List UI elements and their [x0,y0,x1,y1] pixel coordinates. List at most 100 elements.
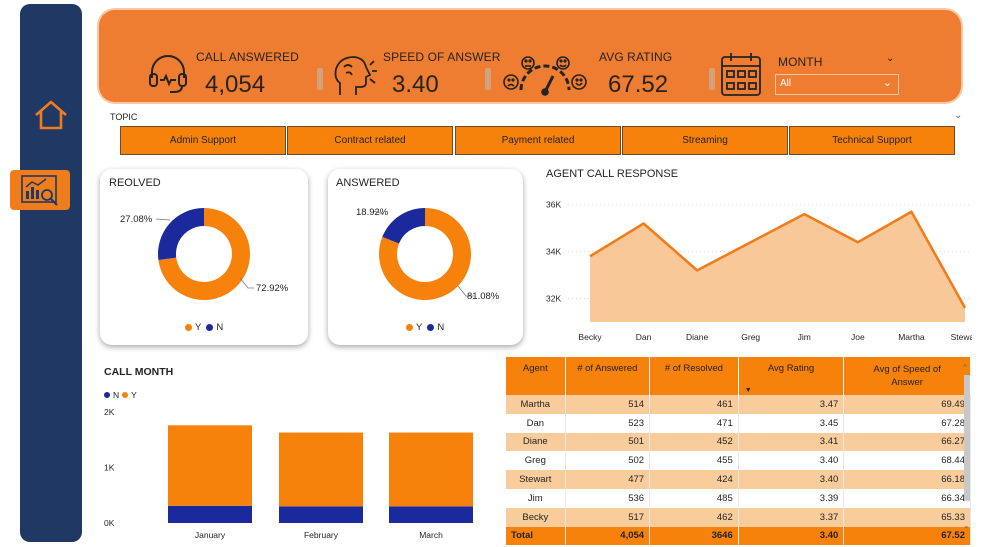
table-cell: 3.39 [738,488,845,508]
table-cell: 65.33 [843,507,971,527]
x-tick-label: Joe [851,332,865,342]
table-header-row: Agent # of Answered # of Resolved Avg Ra… [506,357,971,395]
y-tick-label: 2K [104,407,115,417]
speed-of-answer-value: 3.40 [392,71,439,98]
table-row[interactable]: Diane 501 452 3.41 66.27 [506,432,971,452]
table-cell: 3.45 [738,413,845,433]
column-header-resolved[interactable]: # of Resolved [649,357,739,395]
table-cell: 455 [649,451,739,471]
table-row[interactable]: Jim 536 485 3.39 66.34 [506,488,971,508]
resolved-y-percent-label: 72.92% [256,283,289,294]
x-axis-ticks: January February March [195,530,443,540]
kpi-separator [317,68,323,90]
chevron-down-icon[interactable]: ⌄ [886,53,894,64]
call-answered-title: CALL ANSWERED [196,50,299,64]
table-cell: 471 [649,413,739,433]
column-header-avg-speed[interactable]: Avg of Speed of Answer [843,357,971,395]
legend-label-y: Y [416,322,423,333]
legend-label-y: Y [195,322,202,333]
table-cell: 424 [649,470,739,489]
month-dropdown[interactable]: All ⌄ [775,74,899,95]
resolved-legend: Y N [185,322,223,333]
answered-chart-title: ANSWERED [336,177,400,189]
table-cell: 502 [565,451,651,471]
table-cell: 67.28 [843,413,971,433]
answered-n-percent-label: 18.92% [356,207,389,218]
x-tick-label: March [419,530,443,540]
y-axis-ticks: 36K 34K 32K [546,200,561,304]
agent-call-response-chart: 36K 34K 32K Becky Dan Diane Greg Jim Joe Martha S… [546,200,972,342]
legend-swatch-n [206,324,214,331]
call-month-title: CALL MONTH [104,366,174,378]
table-cell: 3.40 [738,470,845,489]
topic-button-admin-support[interactable]: Admin Support [120,126,286,155]
answered-y-percent-label: 81.08% [467,291,500,302]
sidebar [20,4,82,542]
report-analytics-icon[interactable] [10,170,70,210]
total-resolved: 3646 [649,526,739,545]
x-tick-label: Diane [686,332,708,342]
donut-slices [158,208,250,300]
resolved-chart-title: REOLVED [109,177,161,189]
table-cell: 485 [649,488,739,508]
table-cell: 536 [565,488,651,508]
table-cell: Greg [506,451,566,471]
legend-swatch-y [406,324,413,331]
table-row[interactable]: Greg 502 455 3.40 68.44 [506,451,971,471]
avg-rating-value: 67.52 [608,71,669,98]
topic-button-streaming[interactable]: Streaming [622,126,788,155]
chevron-down-icon[interactable]: ⌄ [954,110,962,121]
total-answered: 4,054 [565,526,651,545]
table-cell: 66.27 [843,432,971,452]
legend-swatch-y [185,324,192,331]
scroll-up-icon[interactable]: ^ [963,363,967,372]
bar-n-january [168,505,252,523]
y-tick-label: 0K [104,518,115,528]
sort-descending-icon[interactable]: ▼ [745,387,752,394]
call-answered-value: 4,054 [205,71,266,98]
table-scrollbar[interactable]: ^ ⌄ [963,363,971,533]
topic-button-payment-related[interactable]: Payment related [455,126,621,155]
table-cell: 452 [649,432,739,452]
bar-y-january [168,425,252,506]
x-tick-label: Becky [578,332,602,342]
home-icon[interactable] [30,97,72,133]
topic-button-technical-support[interactable]: Technical Support [789,126,955,155]
table-cell: 462 [649,507,739,527]
donut-slice-n [382,208,425,244]
table-row[interactable]: Stewart 477 424 3.40 66.18 [506,470,971,489]
legend-label-y: Y [131,390,137,400]
legend-swatch-n [427,324,435,331]
table-cell: 3.47 [738,395,845,414]
y-tick-label: 1K [104,463,115,473]
x-tick-label: Dan [636,332,652,342]
table-cell: Jim [506,488,566,508]
table-cell: Martha [506,395,566,414]
x-tick-label: Stewart [951,332,972,342]
y-axis-ticks: 2K 1K 0K [104,407,115,528]
y-tick-label: 34K [546,247,561,257]
table-cell: 69.49 [843,395,971,414]
table-row[interactable]: Dan 523 471 3.45 67.28 [506,413,971,433]
topic-button-contract-related[interactable]: Contract related [287,126,453,155]
legend-label-n: N [437,322,445,333]
resolved-donut-chart [155,208,254,300]
topic-slicer-title: TOPIC [110,112,138,122]
agent-table: Agent # of Answered # of Resolved Avg Ra… [506,357,971,545]
scrollbar-thumb[interactable] [964,375,970,501]
table-cell: 477 [565,470,651,489]
bar-y-march [389,432,473,507]
legend-label-n: N [113,390,120,400]
scroll-down-icon[interactable]: ⌄ [963,521,970,530]
answered-legend: Y N [406,322,444,333]
x-tick-label: January [195,530,226,540]
column-header-agent[interactable]: Agent [506,357,566,395]
table-cell: 501 [565,432,651,452]
table-cell: 66.34 [843,488,971,508]
column-header-answered[interactable]: # of Answered [565,357,651,395]
bar-y-february [279,432,363,507]
table-row[interactable]: Martha 514 461 3.47 69.49 [506,395,971,414]
column-header-avg-rating[interactable]: Avg Rating ▼ [738,357,845,395]
table-row[interactable]: Becky 517 462 3.37 65.33 [506,507,971,527]
table-cell: 3.40 [738,451,845,471]
